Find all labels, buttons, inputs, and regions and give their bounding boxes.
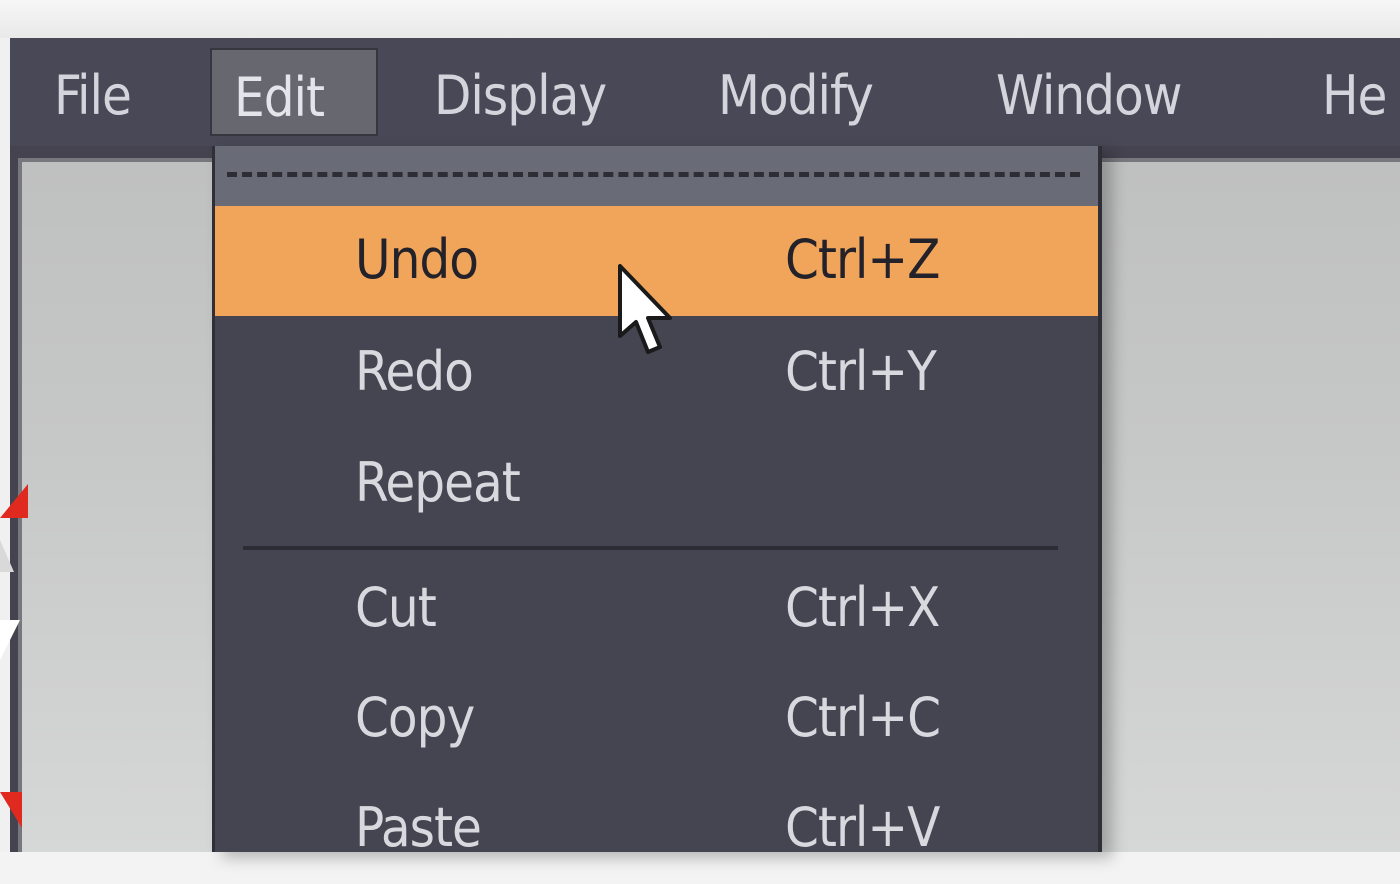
- menu-item-repeat[interactable]: Repeat: [215, 429, 1098, 539]
- menu-item-cut[interactable]: Cut Ctrl+X: [215, 554, 1098, 664]
- menu-separator: [243, 546, 1058, 550]
- menu-display[interactable]: Display: [434, 48, 607, 136]
- menu-item-shortcut: Ctrl+Z: [785, 228, 940, 291]
- menu-item-shortcut: Ctrl+C: [785, 686, 941, 749]
- menubar: File Edit Display Modify Window He: [10, 38, 1400, 146]
- menu-window[interactable]: Window: [996, 48, 1182, 136]
- menu-item-label: Cut: [355, 576, 437, 639]
- red-arrow-down-icon: [0, 792, 22, 828]
- menu-modify[interactable]: Modify: [718, 48, 874, 136]
- tearoff-dashed-line: [227, 172, 1080, 177]
- red-arrow-up-icon: [0, 484, 28, 518]
- edit-dropdown-menu: Undo Ctrl+Z Redo Ctrl+Y Repeat Cut Ctrl+…: [212, 146, 1102, 859]
- menu-tearoff[interactable]: [215, 146, 1098, 206]
- menu-edit[interactable]: Edit: [210, 48, 378, 136]
- menu-item-label: Undo: [355, 228, 479, 291]
- edge-fold-shape: [0, 620, 20, 660]
- menu-item-shortcut: Ctrl+X: [785, 576, 940, 639]
- menu-item-shortcut: Ctrl+Y: [785, 340, 937, 403]
- screen-top-strip: [0, 0, 1400, 38]
- menu-file[interactable]: File: [54, 48, 132, 136]
- menu-item-paste[interactable]: Paste Ctrl+V: [215, 774, 1098, 884]
- menu-help[interactable]: He: [1322, 48, 1387, 136]
- arrow-pointer-icon: [618, 264, 672, 354]
- menu-item-label: Copy: [355, 686, 475, 749]
- menu-item-shortcut: Ctrl+V: [785, 796, 940, 859]
- menu-item-copy[interactable]: Copy Ctrl+C: [215, 664, 1098, 774]
- menu-item-label: Redo: [355, 340, 474, 403]
- edge-fold-shape: [0, 540, 14, 572]
- menu-item-label: Paste: [355, 796, 482, 859]
- screen-left-strip: [0, 38, 10, 852]
- menu-item-label: Repeat: [355, 451, 521, 514]
